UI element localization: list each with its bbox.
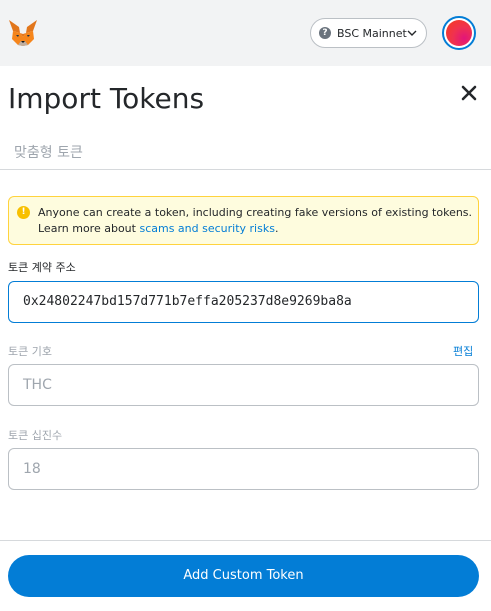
avatar-identicon — [446, 20, 472, 46]
account-avatar[interactable] — [442, 16, 476, 50]
info-icon: ! — [17, 206, 30, 219]
network-label: BSC Mainnet — [337, 26, 407, 40]
add-custom-token-button[interactable]: Add Custom Token — [8, 555, 479, 597]
contract-address-input[interactable]: 0x24802247bd157d771b7effa205237d8e9269ba… — [8, 281, 479, 323]
token-symbol-input[interactable]: THC — [8, 364, 479, 406]
tab-custom-token[interactable]: 맞춤형 토큰 — [14, 142, 83, 162]
scams-security-link[interactable]: scams and security risks — [139, 222, 274, 235]
warning-suffix: . — [274, 222, 279, 235]
scam-warning-banner: ! Anyone can create a token, including c… — [8, 196, 479, 245]
page-title: Import Tokens — [8, 82, 205, 115]
edit-symbol-link[interactable]: 편집 — [453, 343, 473, 359]
app-header: ? BSC Mainnet — [0, 0, 491, 66]
help-circle-icon: ? — [319, 27, 331, 39]
metamask-fox-icon[interactable] — [7, 17, 39, 49]
tab-divider — [0, 169, 491, 170]
contract-address-label: 토큰 계약 주소 — [8, 261, 76, 274]
close-icon[interactable] — [459, 83, 479, 103]
footer-divider — [0, 540, 491, 541]
network-selector[interactable]: ? BSC Mainnet — [310, 18, 427, 48]
chevron-down-icon — [407, 30, 417, 36]
token-decimals-label: 토큰 십진수 — [8, 429, 63, 442]
token-symbol-label: 토큰 기호 — [8, 345, 52, 358]
warning-text: Anyone can create a token, including cre… — [38, 205, 473, 237]
token-decimals-input[interactable]: 18 — [8, 448, 479, 490]
